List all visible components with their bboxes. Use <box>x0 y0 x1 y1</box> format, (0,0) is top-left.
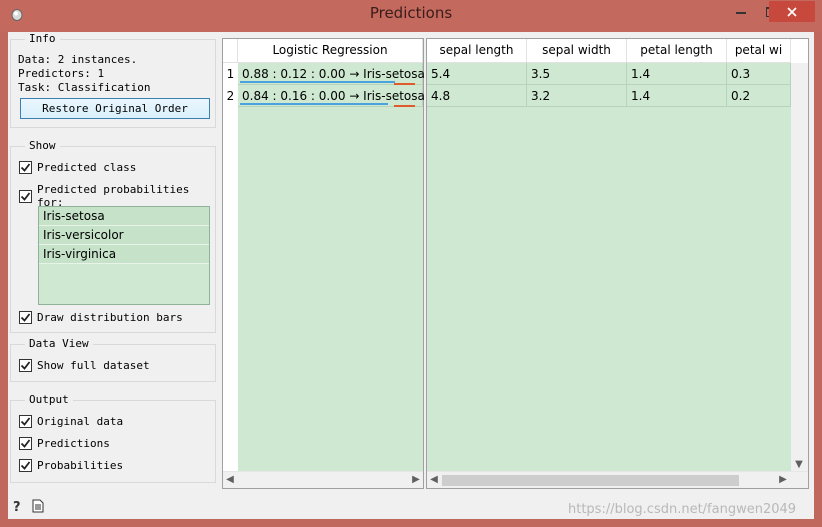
vertical-scrollbar[interactable]: ▼ <box>791 63 808 472</box>
scroll-left-icon[interactable]: ◀ <box>427 474 441 485</box>
scroll-down-icon[interactable]: ▼ <box>792 459 806 470</box>
table-cell[interactable]: 3.5 <box>527 63 627 85</box>
scrollbar-thumb[interactable] <box>442 475 739 486</box>
list-item[interactable]: Iris-virginica <box>39 245 209 264</box>
table-cell[interactable]: 4.8 <box>427 85 527 107</box>
horizontal-scrollbar[interactable]: ◀ ▶ <box>223 471 423 488</box>
checkmark-icon <box>20 439 31 448</box>
predicted-class-bar <box>394 105 415 107</box>
predictions-table[interactable]: Logistic Regression 1 0.88 : 0.12 : 0.00… <box>222 38 425 489</box>
row-number: 2 <box>223 85 238 107</box>
minimize-button[interactable] <box>727 1 755 22</box>
row-number: 1 <box>223 63 238 85</box>
draw-bars-checkbox[interactable] <box>19 311 32 324</box>
show-full-dataset-label: Show full dataset <box>37 359 150 372</box>
checkmark-icon <box>20 163 31 172</box>
table-cell[interactable]: 3.2 <box>527 85 627 107</box>
info-group: Info Data: 2 instances. Predictors: 1 Ta… <box>10 32 216 128</box>
table-cell[interactable]: 0.3 <box>727 63 791 85</box>
table-cell[interactable]: 1.4 <box>627 85 727 107</box>
show-full-dataset-checkbox[interactable] <box>19 359 32 372</box>
close-icon <box>787 6 797 17</box>
data-horizontal-scrollbar[interactable]: ◀ ▶ <box>427 471 808 488</box>
info-task-line: Task: Classification <box>18 81 151 94</box>
predicted-probabilities-checkbox[interactable] <box>19 189 32 203</box>
draw-bars-option[interactable]: Draw distribution bars <box>19 311 183 324</box>
predicted-class-option[interactable]: Predicted class <box>19 161 136 174</box>
list-item[interactable]: Iris-versicolor <box>39 226 209 245</box>
predicted-class-checkbox[interactable] <box>19 161 32 174</box>
list-item[interactable]: Iris-setosa <box>39 207 209 226</box>
show-full-dataset-option[interactable]: Show full dataset <box>19 359 150 372</box>
column-header-sepal-width[interactable]: sepal width <box>527 39 627 63</box>
probabilities-checkbox[interactable] <box>19 459 32 472</box>
predictions-option[interactable]: Predictions <box>19 437 110 450</box>
checkmark-icon <box>20 191 31 201</box>
probability-bar <box>240 103 388 105</box>
watermark: https://blog.csdn.net/fangwen2049 <box>568 502 797 517</box>
probabilities-option[interactable]: Probabilities <box>19 459 123 472</box>
column-header-sepal-length[interactable]: sepal length <box>427 39 527 63</box>
original-data-option[interactable]: Original data <box>19 415 123 428</box>
window-title: Predictions <box>369 4 453 22</box>
table-cell[interactable]: 0.2 <box>727 85 791 107</box>
class-list[interactable]: Iris-setosa Iris-versicolor Iris-virgini… <box>38 206 210 305</box>
data-view-group: Data View Show full dataset <box>10 337 216 382</box>
minimize-icon <box>736 11 746 14</box>
corner-header <box>223 39 238 63</box>
checkmark-icon <box>20 461 31 470</box>
info-title: Info <box>25 32 60 45</box>
close-button[interactable] <box>769 1 815 22</box>
table-cell[interactable]: 1.4 <box>627 63 727 85</box>
predictions-table-body <box>238 63 423 472</box>
output-group: Output Original data Predictions Probabi… <box>10 393 216 483</box>
scroll-right-icon[interactable]: ▶ <box>776 474 790 485</box>
original-data-label: Original data <box>37 415 124 428</box>
report-icon[interactable] <box>32 499 44 513</box>
column-header-petal-length[interactable]: petal length <box>627 39 727 63</box>
status-bar: ? <box>12 499 44 513</box>
show-group: Show Predicted class Predicted probabili… <box>10 139 216 333</box>
data-table-body <box>427 63 791 472</box>
column-header-logistic-regression[interactable]: Logistic Regression <box>238 39 423 63</box>
probability-bar <box>240 81 395 83</box>
output-title: Output <box>25 393 73 406</box>
column-header-petal-width[interactable]: petal wi <box>727 39 791 63</box>
restore-order-button[interactable]: Restore Original Order <box>20 98 210 119</box>
checkmark-icon <box>20 361 31 370</box>
scroll-left-icon[interactable]: ◀ <box>223 474 237 485</box>
data-view-title: Data View <box>25 337 93 350</box>
predictions-label: Predictions <box>37 437 110 450</box>
probabilities-label: Probabilities <box>37 459 124 472</box>
predictions-checkbox[interactable] <box>19 437 32 450</box>
checkmark-icon <box>20 313 31 322</box>
checkmark-icon <box>20 417 31 426</box>
show-title: Show <box>25 139 60 152</box>
original-data-checkbox[interactable] <box>19 415 32 428</box>
window-client: Info Data: 2 instances. Predictors: 1 Ta… <box>8 32 814 519</box>
info-predictors-line: Predictors: 1 <box>18 67 105 80</box>
help-icon[interactable]: ? <box>12 499 24 513</box>
info-data-line: Data: 2 instances. <box>18 53 138 66</box>
data-table[interactable]: sepal length sepal width petal length pe… <box>426 38 809 489</box>
predicted-class-label: Predicted class <box>37 161 137 174</box>
scroll-right-icon[interactable]: ▶ <box>409 474 423 485</box>
title-bar: Predictions <box>0 0 822 32</box>
svg-text:?: ? <box>13 500 21 513</box>
table-cell[interactable]: 5.4 <box>427 63 527 85</box>
draw-bars-label: Draw distribution bars <box>37 311 183 324</box>
